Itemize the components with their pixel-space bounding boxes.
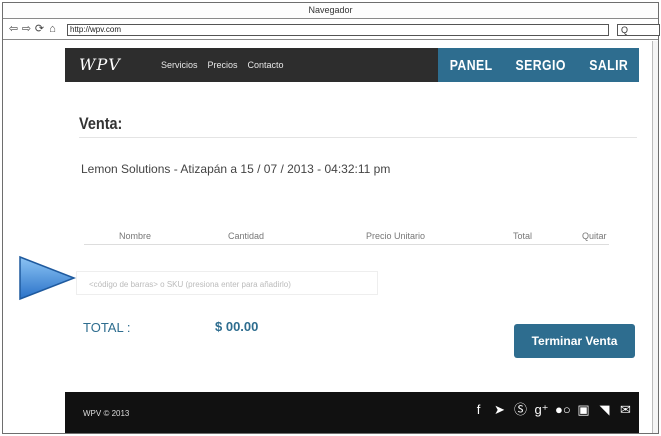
total-label: TOTAL : [83,320,131,335]
menu-item-precios[interactable]: Precios [208,60,238,70]
copyright: WPV © 2013 [83,409,130,418]
page-title: Venta: [79,114,123,133]
refresh-icon[interactable]: ⟳ [34,23,45,35]
column-header-cantidad: Cantidad [228,231,265,241]
back-icon[interactable]: ⇦ [8,23,19,35]
search-input[interactable]: Q [617,24,660,36]
total-value: $ 00.00 [215,319,259,334]
browser-window: Navegador ⇦ ⇨ ⟳ ⌂ http://wpv.com Q WPV S… [2,2,660,434]
google-plus-icon[interactable]: g⁺ [534,402,549,418]
search-icon: Q [621,25,629,35]
logout-link[interactable]: SALIR [589,57,628,74]
column-header-precio: Precio Unitario [366,231,426,241]
main-menu: Servicios Precios Contacto [161,60,284,70]
email-icon[interactable]: ✉ [618,402,633,418]
user-link[interactable]: SERGIO [516,57,566,74]
scrollbar[interactable] [652,41,658,433]
url-input[interactable]: http://wpv.com [67,24,609,36]
user-area: PANEL SERGIO SALIR [438,48,639,82]
divider [79,137,637,138]
barcode-input[interactable]: <código de barras> o SKU (presiona enter… [76,271,378,295]
address-bar: ⇦ ⇨ ⟳ ⌂ http://wpv.com Q [3,20,660,40]
flickr-icon[interactable]: ●○ [555,402,571,418]
rss-icon[interactable]: ◥ [597,402,612,418]
navbar: WPV Servicios Precios Contacto PANEL SER… [65,48,639,82]
pointer-arrow-icon [19,255,77,301]
window-title: Navegador [308,5,353,15]
skype-icon[interactable]: Ⓢ [513,402,528,418]
social-links: f ➤ Ⓢ g⁺ ●○ ▣ ◥ ✉ [471,402,633,418]
page-content: WPV Servicios Precios Contacto PANEL SER… [3,41,658,433]
twitter-icon[interactable]: ➤ [492,402,507,418]
menu-item-contacto[interactable]: Contacto [248,60,284,70]
title-bar: Navegador [3,3,658,19]
finish-sale-button[interactable]: Terminar Venta [514,324,635,358]
home-icon[interactable]: ⌂ [47,23,58,35]
menu-item-servicios[interactable]: Servicios [161,60,198,70]
sale-info: Lemon Solutions - Atizapán a 15 / 07 / 2… [81,162,391,176]
column-header-total: Total [513,231,533,241]
footer: WPV © 2013 f ➤ Ⓢ g⁺ ●○ ▣ ◥ ✉ [65,392,639,433]
column-header-nombre: Nombre [119,231,152,241]
column-header-quitar: Quitar [582,231,607,241]
logo[interactable]: WPV [79,55,121,74]
table-header: Nombre Cantidad Precio Unitario Total Qu… [84,229,609,245]
nav-buttons: ⇦ ⇨ ⟳ ⌂ [8,23,58,35]
panel-link[interactable]: PANEL [449,57,492,74]
youtube-icon[interactable]: ▣ [576,402,591,418]
facebook-icon[interactable]: f [471,402,486,418]
forward-icon[interactable]: ⇨ [21,23,32,35]
